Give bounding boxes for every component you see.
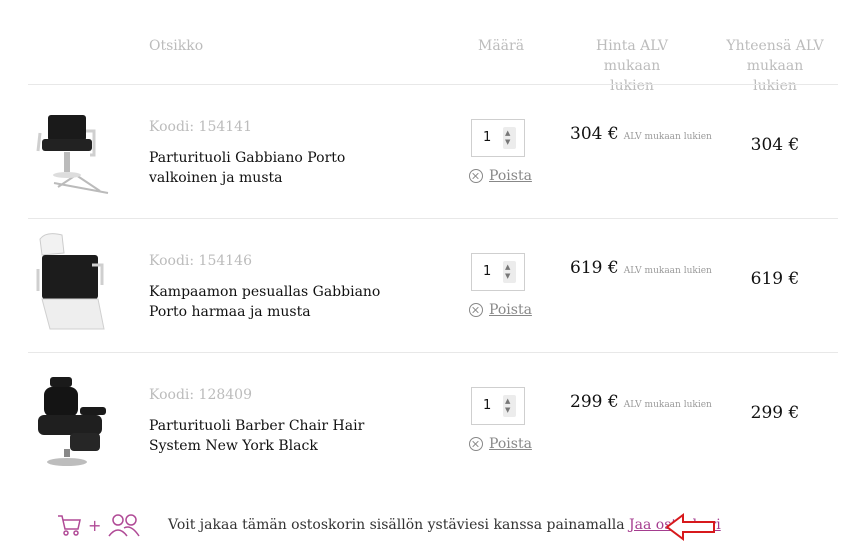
- cart-row: Koodi: 128409 Parturituoli Barber Chair …: [0, 353, 855, 487]
- product-image-wash-basin[interactable]: [28, 229, 118, 334]
- unit-price: 299 € ALV mukaan lukien: [570, 391, 720, 419]
- quantity-stepper[interactable]: 1 ▲ ▼: [471, 387, 525, 425]
- price-value: 304 €: [570, 124, 619, 144]
- cart-icon: [58, 515, 81, 536]
- remove-label[interactable]: Poista: [489, 302, 532, 318]
- product-code: Koodi: 128409: [149, 387, 252, 403]
- share-message: Voit jakaa tämän ostoskorin sisällön yst…: [168, 517, 721, 533]
- row-total: 299 €: [750, 403, 800, 423]
- quantity-stepper[interactable]: 1 ▲ ▼: [471, 253, 525, 291]
- share-icons: +: [56, 512, 141, 538]
- unit-price: 304 € ALV mukaan lukien: [570, 123, 720, 151]
- product-image-barber-chair-black[interactable]: [28, 363, 118, 468]
- spinner-arrows-icon[interactable]: ▲ ▼: [503, 261, 516, 283]
- unit-price: 619 € ALV mukaan lukien: [570, 257, 720, 285]
- row-total: 619 €: [750, 269, 800, 289]
- quantity-value[interactable]: 1: [483, 264, 491, 279]
- product-image-barber-chair-white[interactable]: [28, 95, 118, 200]
- remove-button[interactable]: Poista: [469, 168, 532, 184]
- product-name[interactable]: Parturituoli Gabbiano Porto valkoinen ja…: [149, 148, 399, 188]
- spinner-arrows-icon[interactable]: ▲ ▼: [503, 395, 516, 417]
- close-circle-icon[interactable]: [469, 169, 483, 183]
- close-circle-icon[interactable]: [469, 437, 483, 451]
- price-value: 299 €: [570, 392, 619, 412]
- cart-row: Koodi: 154141 Parturituoli Gabbiano Port…: [0, 85, 855, 219]
- close-circle-icon[interactable]: [469, 303, 483, 317]
- remove-button[interactable]: Poista: [469, 436, 532, 452]
- remove-button[interactable]: Poista: [469, 302, 532, 318]
- plus-sign: +: [88, 515, 102, 535]
- product-name[interactable]: Kampaamon pesuallas Gabbiano Porto harma…: [149, 282, 399, 322]
- share-text: Voit jakaa tämän ostoskorin sisällön yst…: [168, 517, 630, 533]
- quantity-value[interactable]: 1: [483, 130, 491, 145]
- price-vat-note: ALV mukaan lukien: [623, 266, 712, 276]
- remove-label[interactable]: Poista: [489, 168, 532, 184]
- remove-label[interactable]: Poista: [489, 436, 532, 452]
- product-code: Koodi: 154146: [149, 253, 252, 269]
- price-value: 619 €: [570, 258, 619, 278]
- quantity-stepper[interactable]: 1 ▲ ▼: [471, 119, 525, 157]
- people-icon: [108, 514, 141, 537]
- price-vat-note: ALV mukaan lukien: [623, 400, 712, 410]
- quantity-value[interactable]: 1: [483, 398, 491, 413]
- spinner-arrows-icon[interactable]: ▲ ▼: [503, 127, 516, 149]
- product-name[interactable]: Parturituoli Barber Chair Hair System Ne…: [149, 416, 399, 456]
- arrow-left-icon: [665, 513, 715, 541]
- price-vat-note: ALV mukaan lukien: [623, 132, 712, 142]
- cart-row: Koodi: 154146 Kampaamon pesuallas Gabbia…: [0, 219, 855, 353]
- column-header-title: Otsikko: [149, 38, 204, 54]
- column-header-quantity: Määrä: [478, 38, 525, 54]
- product-code: Koodi: 154141: [149, 119, 252, 135]
- share-cart-bar: + Voit jakaa tämän ostoskorin sisällön y…: [0, 512, 855, 542]
- row-total: 304 €: [750, 135, 800, 155]
